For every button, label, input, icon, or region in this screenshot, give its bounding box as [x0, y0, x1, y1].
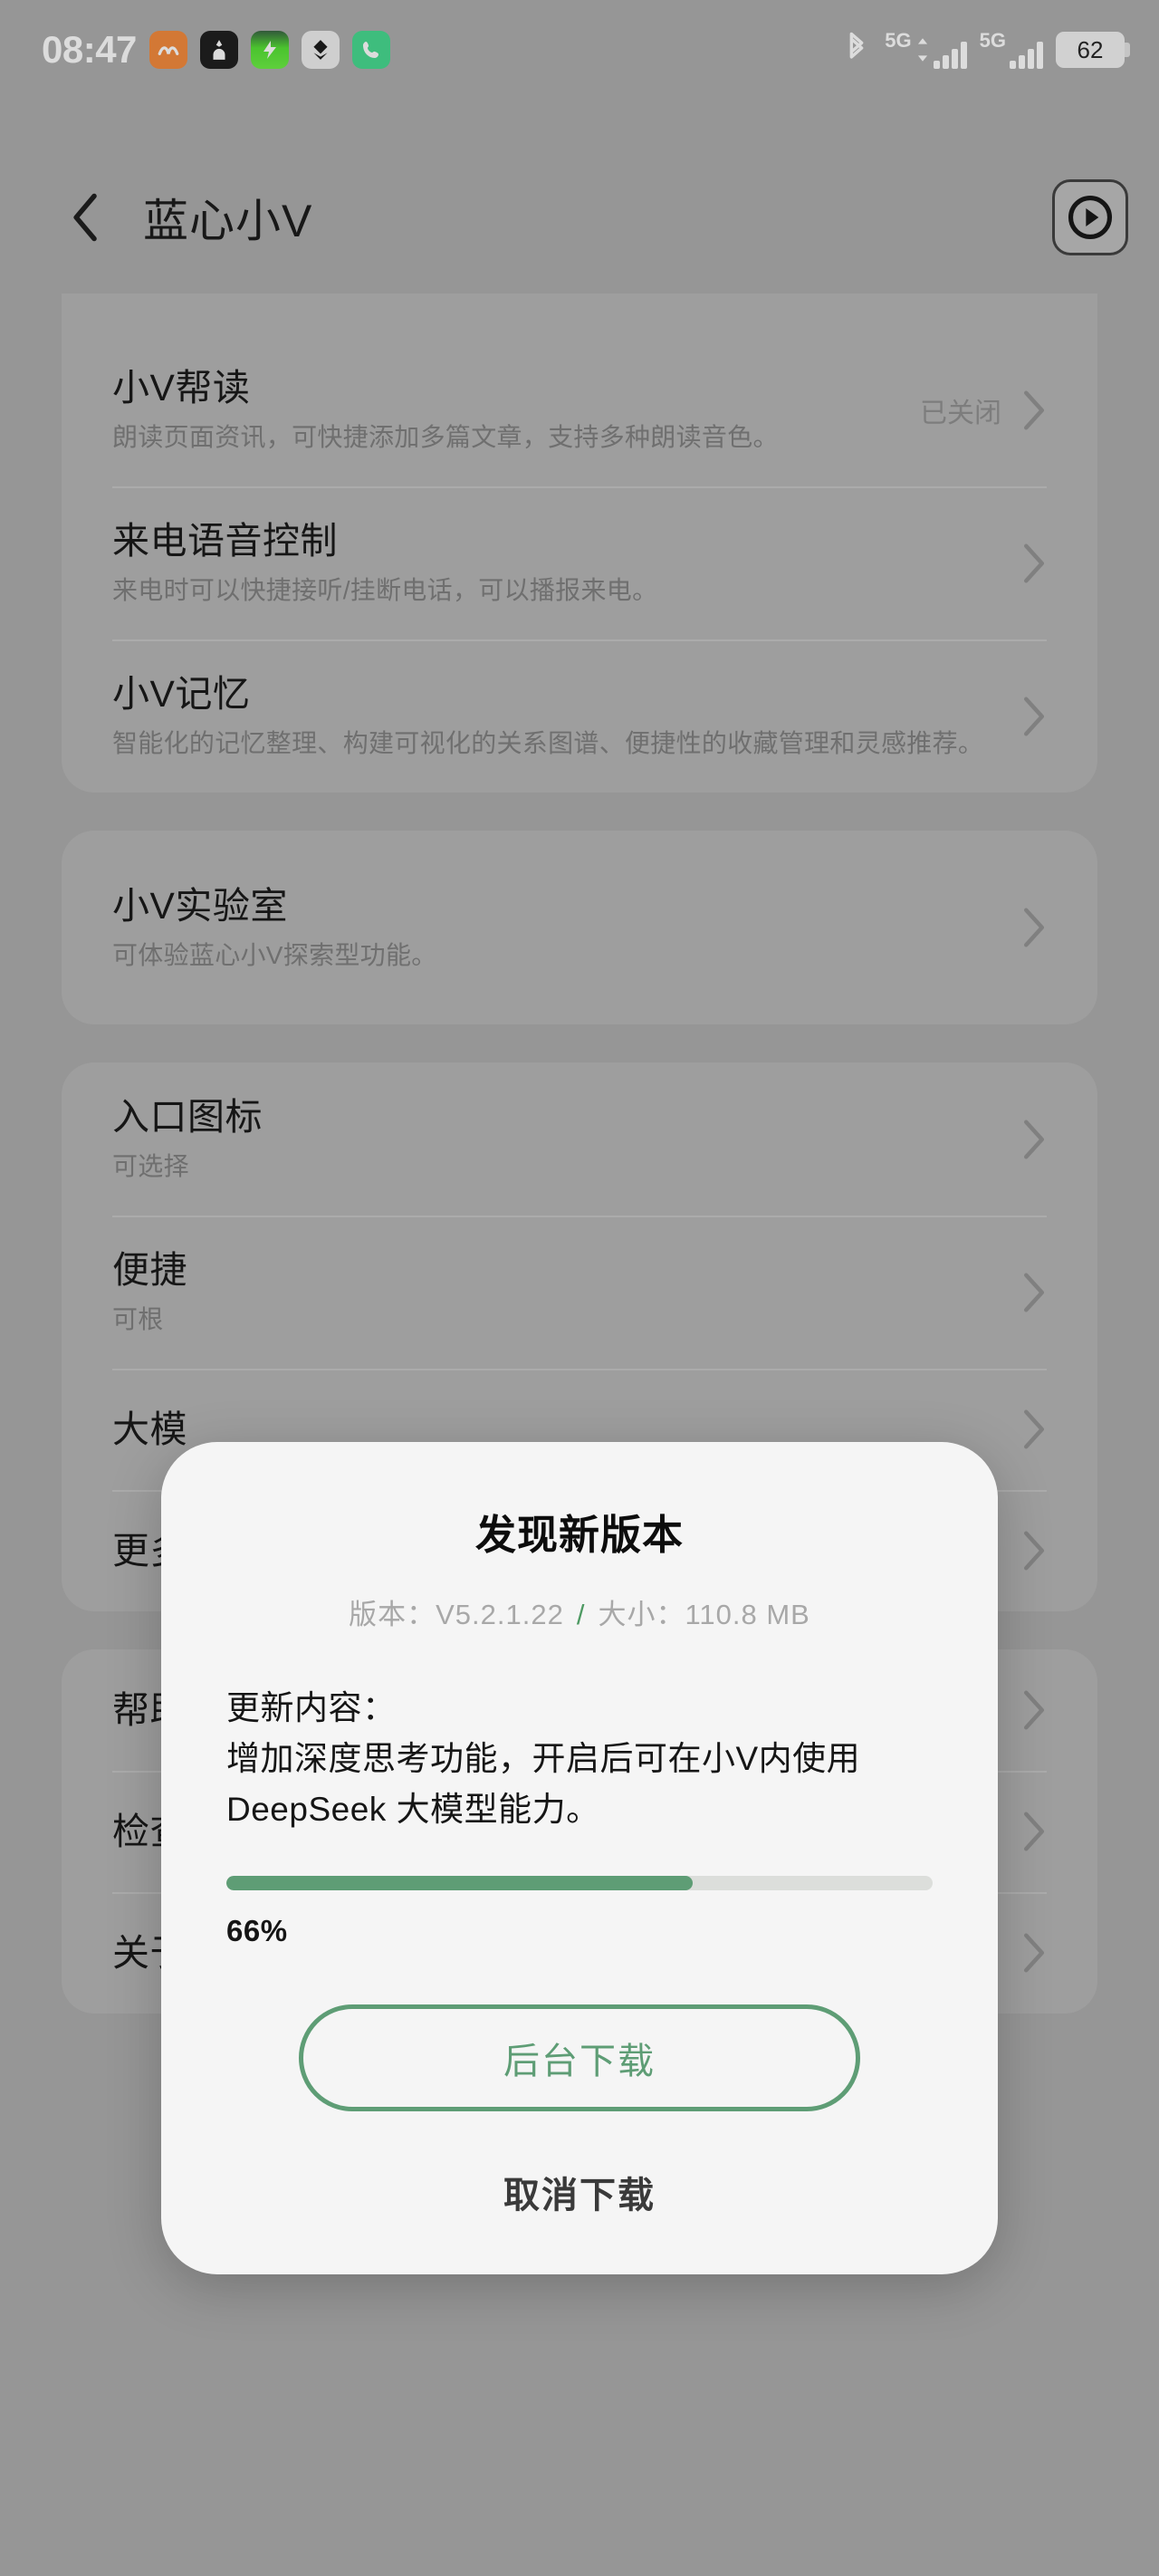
status-bar-left: 08:47 [42, 31, 390, 69]
background-download-button[interactable]: 后台下载 [299, 2004, 860, 2111]
battery-level-text: 62 [1077, 35, 1104, 63]
chevron-right-icon [1021, 696, 1047, 737]
chevron-right-icon [1021, 1932, 1047, 1974]
settings-card-features: 小V帮读 朗读页面资讯，可快捷添加多篇文章，支持多种朗读音色。 已关闭 来电语音… [62, 293, 1097, 793]
list-item-description: 朗读页面资讯，可快捷添加多篇文章，支持多种朗读音色。 [112, 423, 779, 452]
settings-card-lab: 小V实验室 可体验蓝心小V探索型功能。 [62, 831, 1097, 1025]
music-app-icon [148, 31, 187, 69]
chevron-right-icon [1021, 543, 1047, 584]
list-item-text: 来电语音控制 来电时可以快捷接听/挂断电话，可以播报来电。 [112, 517, 1021, 609]
signal-bars-icon [933, 42, 967, 69]
list-item-text: 小V实验室 可体验蓝心小V探索型功能。 [112, 882, 1021, 974]
phone-app-icon [351, 31, 390, 69]
version-label: 版本： [349, 1599, 436, 1630]
signal-bars-icon-2 [1010, 42, 1043, 69]
size-value: 110.8 MB [685, 1599, 810, 1630]
update-dialog: 发现新版本 版本：V5.2.1.22 / 大小：110.8 MB 更新内容： 增加深… [161, 1442, 998, 2274]
list-item-title: 入口图标 [112, 1096, 263, 1139]
chevron-right-icon [1021, 389, 1047, 431]
back-icon[interactable] [65, 191, 107, 244]
bluetooth-icon [841, 30, 872, 71]
dialog-title: 发现新版本 [474, 1512, 684, 1558]
list-item[interactable]: 小V帮读 朗读页面资讯，可快捷添加多篇文章，支持多种朗读音色。 已关闭 [62, 293, 1097, 486]
list-item[interactable]: 来电语音控制 来电时可以快捷接听/挂断电话，可以播报来电。 [62, 486, 1097, 639]
charging-app-icon [250, 31, 289, 69]
chevron-right-icon [1021, 1272, 1047, 1313]
list-item-description: 可根 [112, 1305, 164, 1334]
status-bar-right: 5G 5G 62 [841, 30, 1130, 71]
dialog-body: 更新内容： 增加深度思考功能，开启后可在小V内使用 DeepSeek 大模型能力… [161, 1683, 998, 1836]
chevron-right-icon [1021, 1119, 1047, 1160]
chevron-right-icon [1021, 907, 1047, 948]
list-item-title: 便捷 [112, 1249, 187, 1292]
update-content-heading: 更新内容： [226, 1689, 397, 1726]
battery-icon: 62 [1056, 32, 1130, 68]
data-transfer-icon [915, 37, 930, 67]
page-title: 蓝心小V [143, 196, 313, 246]
dialog-version-meta: 版本：V5.2.1.22 / 大小：110.8 MB [161, 1591, 998, 1632]
list-item-description: 智能化的记忆整理、构建可视化的关系图谱、便捷性的收藏管理和灵感推荐。 [112, 729, 984, 758]
download-app-icon [301, 31, 340, 69]
list-item-text: 便捷 可根 [112, 1246, 1021, 1338]
version-value: V5.2.1.22 [436, 1599, 564, 1630]
status-clock: 08:47 [42, 28, 137, 71]
list-item-description: 来电时可以快捷接听/挂断电话，可以播报来电。 [112, 576, 658, 605]
cancel-download-button[interactable]: 取消下载 [467, 2149, 692, 2235]
app-header: 蓝心小V [0, 159, 1159, 276]
list-item[interactable]: 便捷 可根 [62, 1216, 1097, 1369]
status-badge: 已关闭 [920, 398, 1001, 428]
signal-sim1: 5G [885, 31, 967, 69]
play-button[interactable] [1052, 179, 1128, 255]
chevron-right-icon [1021, 1811, 1047, 1852]
progress-label: 66% [226, 1913, 288, 1947]
chevron-right-icon [1021, 1689, 1047, 1731]
list-item-title: 小V记忆 [112, 673, 251, 716]
meta-separator: / [576, 1599, 586, 1630]
list-item-description: 可体验蓝心小V探索型功能。 [112, 940, 437, 969]
chevron-right-icon [1021, 1530, 1047, 1572]
progress-track [226, 1875, 933, 1890]
progress-fill [226, 1875, 693, 1890]
list-item-title: 小V实验室 [112, 884, 288, 927]
list-item-description: 可选择 [112, 1152, 189, 1181]
security-app-icon [199, 31, 238, 69]
list-item-text: 小V记忆 智能化的记忆整理、构建可视化的关系图谱、便捷性的收藏管理和灵感推荐。 [112, 670, 1021, 762]
size-label: 大小： [598, 1599, 685, 1630]
list-item-text: 入口图标 可选择 [112, 1093, 1021, 1185]
list-item[interactable]: 入口图标 可选择 [62, 1062, 1097, 1216]
status-bar: 08:47 5G 5G 62 [0, 0, 1159, 100]
list-item[interactable]: 小V记忆 智能化的记忆整理、构建可视化的关系图谱、便捷性的收藏管理和灵感推荐。 [62, 639, 1097, 793]
list-item-title: 小V帮读 [112, 367, 251, 409]
list-item[interactable]: 小V实验室 可体验蓝心小V探索型功能。 [62, 851, 1097, 1004]
chevron-right-icon [1021, 1408, 1047, 1450]
list-item-title: 来电语音控制 [112, 520, 338, 562]
download-progress: 66% [226, 1875, 933, 1948]
list-item-text: 小V帮读 朗读页面资讯，可快捷添加多篇文章，支持多种朗读音色。 [112, 364, 902, 456]
signal-sim2: 5G [980, 31, 1043, 69]
update-content-body: 增加深度思考功能，开启后可在小V内使用 DeepSeek 大模型能力。 [226, 1740, 861, 1829]
